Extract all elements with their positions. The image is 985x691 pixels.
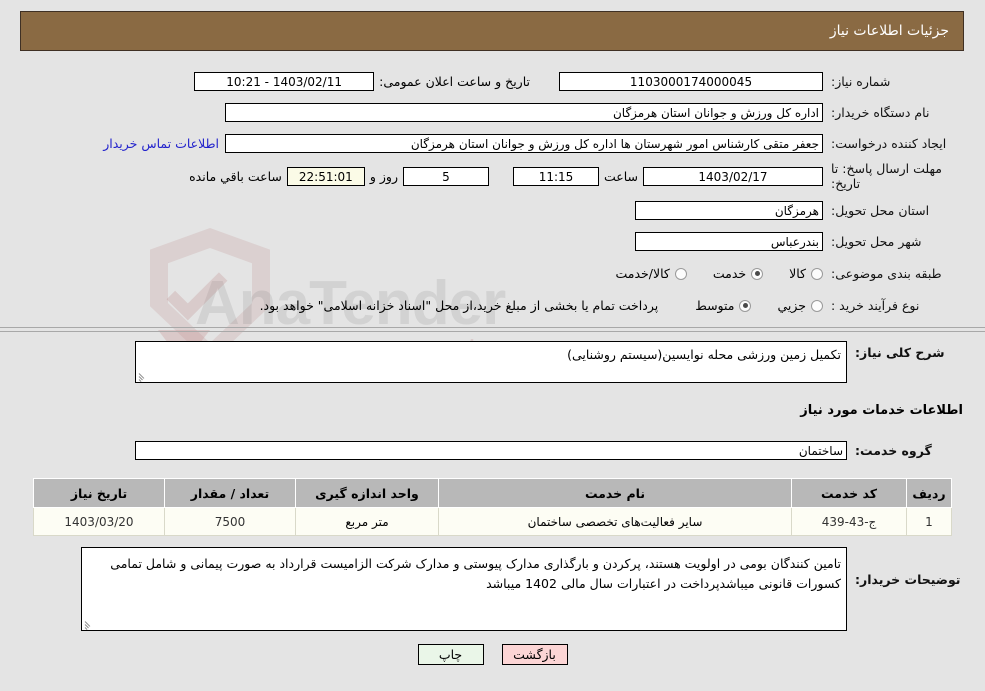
back-button[interactable]: بازگشت: [501, 644, 568, 665]
description-label: شرح کلی نیاز:: [855, 345, 945, 360]
category-label: طبقه بندی موضوعی:: [831, 266, 942, 281]
row-need-number: شماره نیاز: 1103000174000045 تاریخ و ساع…: [0, 68, 985, 95]
radio-minor-icon[interactable]: [811, 299, 823, 312]
page-title-bar: جزئیات اطلاعات نیاز: [20, 11, 964, 51]
deadline-label: مهلت ارسال پاسخ: تا تاریخ:: [831, 161, 942, 191]
row-deadline: مهلت ارسال پاسخ: تا تاریخ: 1403/02/17 سا…: [0, 161, 985, 191]
radio-medium-icon[interactable]: [739, 299, 752, 312]
row-description: شرح کلی نیاز: تکمیل زمین ورزشی محله نوای…: [0, 341, 985, 383]
category-option-service[interactable]: خدمت: [712, 266, 764, 281]
col-name: نام خدمت: [438, 478, 792, 508]
radio-goods-icon[interactable]: [811, 267, 823, 280]
buyer-notes-textarea[interactable]: تامین کنندگان بومی در اولویت هستند، پرکر…: [81, 547, 847, 631]
table-header-row: ردیف کد خدمت نام خدمت واحد اندازه گیری ت…: [33, 478, 952, 508]
row-province: استان محل تحویل: هرمزگان: [0, 197, 985, 224]
description-textarea[interactable]: تکمیل زمین ورزشی محله نوایسین(سیستم روشن…: [135, 341, 847, 383]
page-content: شماره نیاز: 1103000174000045 تاریخ و ساع…: [0, 62, 985, 665]
deadline-date-field[interactable]: 1403/02/17: [643, 166, 823, 186]
remaining-time-label: ساعت باقي مانده: [189, 168, 282, 184]
radio-service-icon[interactable]: [751, 267, 764, 280]
need-info-panel: شماره نیاز: 1103000174000045 تاریخ و ساع…: [0, 68, 985, 333]
category-option-goods[interactable]: کالا: [789, 266, 823, 281]
service-group-label: گروه خدمت:: [855, 443, 932, 458]
need-number-field[interactable]: 1103000174000045: [559, 72, 823, 91]
divider-1: [0, 327, 985, 329]
buyer-contact-link[interactable]: اطلاعات تماس خریدار: [97, 136, 225, 151]
city-field[interactable]: بندرعباس: [635, 232, 823, 251]
resize-grip-icon-notes[interactable]: [84, 619, 94, 630]
requester-field[interactable]: جعفر متقی کارشناس امور شهرستان ها اداره …: [225, 134, 823, 153]
buyer-org-label: نام دستگاه خریدار:: [831, 105, 930, 120]
row-service-group: گروه خدمت: ساختمان: [0, 437, 985, 464]
category-option-goods-service-label: کالا/خدمت: [615, 266, 670, 281]
col-code: کد خدمت: [791, 478, 907, 508]
cell-unit: متر مربع: [295, 507, 439, 536]
col-date: تاریخ نیاز: [33, 478, 165, 508]
province-label: استان محل تحویل:: [831, 203, 930, 218]
divider-2: [0, 331, 985, 333]
table-row: 1 ج-43-439 سایر فعالیت‌های تخصصی ساختمان…: [33, 507, 952, 536]
buyer-org-field[interactable]: اداره کل ورزش و جوانان استان هرمزگان: [225, 103, 823, 122]
requester-label: ایجاد کننده درخواست:: [831, 136, 947, 151]
announce-datetime-label: تاریخ و ساعت اعلان عمومی:: [379, 74, 530, 89]
page-title: جزئیات اطلاعات نیاز: [829, 23, 949, 39]
footer-button-bar: بازگشت چاپ: [0, 644, 985, 665]
col-index: ردیف: [906, 478, 952, 508]
remaining-time-field[interactable]: 22:51:01: [286, 166, 365, 186]
category-option-goods-label: کالا: [789, 266, 806, 281]
process-option-medium-label: متوسط: [695, 298, 735, 313]
row-requester: ایجاد کننده درخواست: جعفر متقی کارشناس ا…: [0, 130, 985, 157]
row-city: شهر محل تحویل: بندرعباس: [0, 228, 985, 255]
row-process-type: نوع فرآیند خرید : جزیي متوسط پرداخت تمام…: [0, 292, 985, 319]
description-text: تکمیل زمین ورزشی محله نوایسین(سیستم روشن…: [567, 347, 841, 362]
cell-quantity: 7500: [164, 507, 296, 536]
deadline-hour-label: ساعت: [603, 168, 638, 184]
radio-goods-service-icon[interactable]: [674, 267, 687, 280]
resize-grip-icon[interactable]: [138, 371, 148, 382]
col-quantity: تعداد / مقدار: [164, 478, 296, 508]
category-option-goods-service[interactable]: کالا/خدمت: [615, 266, 687, 281]
service-group-field[interactable]: ساختمان: [135, 441, 847, 460]
cell-index: 1: [906, 507, 952, 536]
row-category: طبقه بندی موضوعی: کالا خدمت کالا/خدمت: [0, 260, 985, 287]
col-unit: واحد اندازه گیری: [295, 478, 439, 508]
process-option-minor[interactable]: جزیي: [777, 298, 823, 313]
row-buyer-notes: توضیحات خریدار: تامین کنندگان بومی در او…: [0, 547, 985, 631]
announce-datetime-field[interactable]: 1403/02/11 - 10:21: [194, 72, 375, 91]
print-button[interactable]: چاپ: [417, 644, 484, 665]
buyer-notes-text: تامین کنندگان بومی در اولویت هستند، پرکر…: [110, 556, 841, 591]
process-label: نوع فرآیند خرید :: [831, 298, 920, 313]
remaining-days-field[interactable]: 5: [402, 166, 489, 186]
city-label: شهر محل تحویل:: [831, 234, 922, 249]
remaining-days-label: روز و: [369, 168, 398, 184]
services-section-title: اطلاعات خدمات مورد نیاز: [800, 403, 963, 418]
row-services-title: اطلاعات خدمات مورد نیاز: [0, 397, 985, 424]
process-option-minor-label: جزیي: [777, 298, 806, 313]
process-option-medium[interactable]: متوسط: [695, 298, 752, 313]
cell-name: سایر فعالیت‌های تخصصی ساختمان: [438, 507, 792, 536]
province-field[interactable]: هرمزگان: [635, 201, 823, 220]
services-table-wrap: ردیف کد خدمت نام خدمت واحد اندازه گیری ت…: [0, 478, 985, 536]
buyer-notes-label: توضیحات خریدار:: [855, 572, 961, 587]
services-table: ردیف کد خدمت نام خدمت واحد اندازه گیری ت…: [33, 478, 952, 536]
need-number-label: شماره نیاز:: [831, 74, 891, 89]
cell-code: ج-43-439: [791, 507, 907, 536]
row-buyer-org: نام دستگاه خریدار: اداره کل ورزش و جوانا…: [0, 99, 985, 126]
cell-date: 1403/03/20: [33, 507, 165, 536]
deadline-hour-field[interactable]: 11:15: [512, 166, 599, 186]
treasury-note: پرداخت تمام یا بخشی از مبلغ خرید،از محل …: [259, 298, 659, 313]
category-option-service-label: خدمت: [712, 266, 747, 281]
